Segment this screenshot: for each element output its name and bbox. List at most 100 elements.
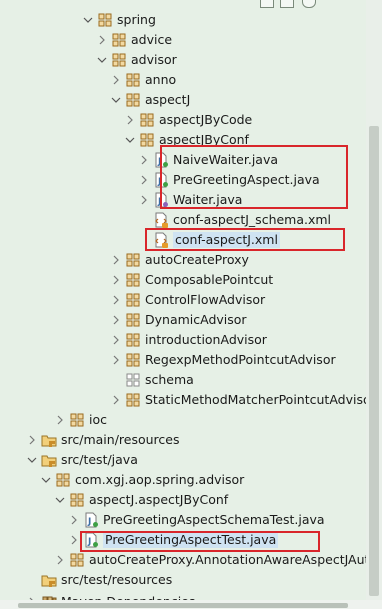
collapse-all-icon[interactable]: [260, 0, 274, 8]
chevron-right-icon[interactable]: [25, 592, 39, 600]
svg-text:J: J: [87, 537, 91, 547]
tree-item[interactable]: aspectJByCode: [0, 110, 366, 130]
empty-package-icon: [125, 372, 141, 388]
chevron-down-icon[interactable]: [39, 470, 53, 490]
chevron-right-icon[interactable]: [53, 410, 67, 430]
tree-item-label: conf-aspectJ.xml: [173, 232, 280, 248]
tree-item-label: ComposablePointcut: [145, 272, 274, 287]
chevron-down-icon[interactable]: [53, 490, 67, 510]
java-class-icon: J: [153, 152, 169, 168]
chevron-down-icon[interactable]: [25, 450, 39, 470]
tree-item[interactable]: anno: [0, 70, 366, 90]
chevron-down-icon[interactable]: [123, 130, 137, 150]
package-icon: [125, 332, 141, 348]
tree-item[interactable]: src/test/resources: [0, 570, 366, 590]
chevron-right-icon[interactable]: [109, 390, 123, 410]
tree-item[interactable]: J PreGreetingAspectTest.java: [0, 530, 366, 550]
package-icon: [139, 112, 155, 128]
java-class-icon: J: [83, 512, 99, 528]
java-interface-icon: J: [153, 192, 169, 208]
chevron-right-icon[interactable]: [53, 550, 67, 570]
tree-item-label: autoCreateProxy: [145, 252, 249, 267]
chevron-right-icon[interactable]: [137, 170, 151, 190]
tree-item[interactable]: ioc: [0, 410, 366, 430]
chevron-right-icon[interactable]: [109, 330, 123, 350]
tree-item[interactable]: advisor: [0, 50, 366, 70]
chevron-right-icon[interactable]: [123, 110, 137, 130]
tree-item[interactable]: com.xgj.aop.spring.advisor: [0, 470, 366, 490]
chevron-right-icon[interactable]: [67, 510, 81, 530]
tree-item-label: ioc: [89, 412, 107, 427]
package-icon: [139, 132, 155, 148]
chevron-right-icon[interactable]: [109, 290, 123, 310]
tree-item[interactable]: J PreGreetingAspectSchemaTest.java: [0, 510, 366, 530]
tree-item-label: aspectJByCode: [159, 112, 253, 127]
horizontal-scrollbar[interactable]: [0, 600, 382, 609]
tree-item-label: aspectJ.aspectJByConf: [89, 492, 229, 507]
tree-item[interactable]: ControlFlowAdvisor: [0, 290, 366, 310]
tree-item[interactable]: RegexpMethodPointcutAdvisor: [0, 350, 366, 370]
package-icon: [125, 252, 141, 268]
tree-item-label: aspectJByConf: [159, 132, 249, 147]
tree-item[interactable]: advice: [0, 30, 366, 50]
chevron-right-icon[interactable]: [109, 270, 123, 290]
tree-item[interactable]: schema: [0, 370, 366, 390]
tree-item[interactable]: J PreGreetingAspect.java: [0, 170, 366, 190]
tree-item[interactable]: src/main/resources: [0, 430, 366, 450]
tree-item[interactable]: autoCreateProxy: [0, 250, 366, 270]
tree-item[interactable]: spring: [0, 10, 366, 30]
package-icon: [69, 552, 85, 568]
tree-item[interactable]: aspectJByConf: [0, 130, 366, 150]
link-with-editor-icon[interactable]: [280, 0, 294, 8]
horizontal-scrollbar-thumb[interactable]: [18, 603, 348, 608]
tree-item[interactable]: aspectJ.aspectJByConf: [0, 490, 366, 510]
vertical-scrollbar-thumb[interactable]: [369, 126, 379, 596]
tree-item-label: PreGreetingAspectSchemaTest.java: [103, 512, 325, 527]
chevron-right-icon[interactable]: [109, 250, 123, 270]
package-icon: [111, 52, 127, 68]
package-icon: [69, 412, 85, 428]
chevron-right-icon[interactable]: [67, 530, 81, 550]
package-explorer-tree[interactable]: spring advice advisor anno aspectJ aspectJByC…: [0, 0, 366, 600]
svg-text:J: J: [157, 177, 161, 187]
tree-item-label: PreGreetingAspectTest.java: [103, 532, 279, 548]
chevron-down-icon[interactable]: [109, 90, 123, 110]
tree-item-label: conf-aspectJ_schema.xml: [173, 212, 332, 227]
chevron-down-icon[interactable]: [81, 10, 95, 30]
tree-item[interactable]: src/test/java: [0, 450, 366, 470]
view-menu-icon[interactable]: [302, 0, 316, 8]
tree-item-label: RegexpMethodPointcutAdvisor: [145, 352, 336, 367]
chevron-down-icon[interactable]: [95, 50, 109, 70]
tree-item[interactable]: aspectJ: [0, 90, 366, 110]
svg-text:J: J: [157, 157, 161, 167]
tree-item[interactable]: DynamicAdvisor: [0, 310, 366, 330]
tree-item[interactable]: conf-aspectJ_schema.xml: [0, 210, 366, 230]
chevron-right-icon[interactable]: [109, 70, 123, 90]
vertical-scrollbar[interactable]: [366, 0, 382, 600]
source-folder-icon: [41, 452, 57, 468]
tree-item[interactable]: J Waiter.java: [0, 190, 366, 210]
xml-file-icon: [153, 232, 169, 248]
chevron-right-icon[interactable]: [137, 150, 151, 170]
tree-item[interactable]: conf-aspectJ.xml: [0, 230, 366, 250]
tree-item[interactable]: ComposablePointcut: [0, 270, 366, 290]
tree-item[interactable]: introductionAdvisor: [0, 330, 366, 350]
tree-item[interactable]: Maven Dependencies: [0, 592, 366, 600]
tree-item[interactable]: StaticMethodMatcherPointcutAdviso: [0, 390, 366, 410]
tree-item-label: src/test/resources: [61, 572, 173, 587]
chevron-right-icon[interactable]: [109, 310, 123, 330]
tree-item[interactable]: J NaiveWaiter.java: [0, 150, 366, 170]
chevron-right-icon[interactable]: [25, 430, 39, 450]
tree-item-label: schema: [145, 372, 194, 387]
package-icon: [69, 492, 85, 508]
package-icon: [125, 352, 141, 368]
chevron-right-icon[interactable]: [95, 30, 109, 50]
chevron-right-icon[interactable]: [137, 190, 151, 210]
package-icon: [125, 312, 141, 328]
chevron-right-icon[interactable]: [109, 350, 123, 370]
tree-item[interactable]: autoCreateProxy.AnnotationAwareAspectJAu…: [0, 550, 366, 570]
svg-text:J: J: [87, 517, 91, 527]
